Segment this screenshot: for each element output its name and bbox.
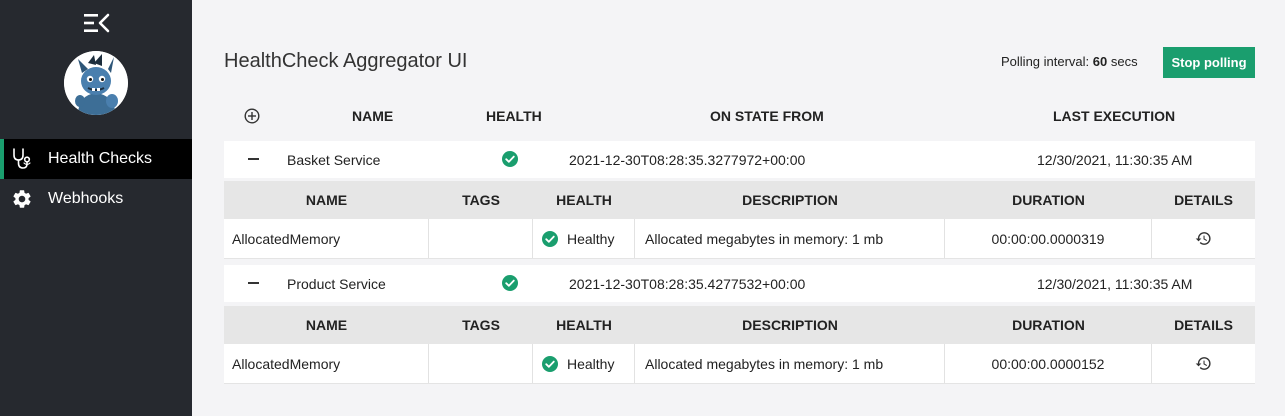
entry-tags [429, 219, 533, 258]
entry-health-label: Healthy [567, 355, 615, 372]
entry-health-label: Healthy [567, 230, 615, 247]
sidebar: Health Checks Webhooks [0, 0, 192, 416]
detail-header-name: NAME [305, 317, 348, 333]
service-name: Product Service [287, 275, 386, 292]
entry-tags [429, 344, 533, 383]
on-state-from: 2021-12-30T08:28:35.4277532+00:00 [569, 275, 806, 292]
detail-header-tags: TAGS [462, 317, 500, 333]
sidebar-item-label: Webhooks [48, 190, 124, 207]
detail-header-health: HEALTH [556, 192, 612, 208]
table-row: AllocatedMemory Healthy Allocated megaby… [224, 344, 1255, 384]
detail-header-health: HEALTH [556, 317, 612, 333]
sidebar-item-health-checks[interactable]: Health Checks [0, 139, 192, 179]
service-name: Basket Service [287, 151, 381, 168]
polling-value: 60 [1092, 54, 1108, 69]
detail-table-header: NAME TAGS HEALTH DESCRIPTION DURATION DE… [224, 181, 1255, 219]
detail-header-duration: DURATION [1012, 192, 1085, 208]
entry-duration: 00:00:00.0000152 [945, 344, 1152, 383]
stethoscope-icon [8, 145, 36, 173]
entry-health: Healthy [533, 344, 635, 383]
detail-header-details: DETAILS [1174, 192, 1233, 208]
on-state-from: 2021-12-30T08:28:35.3277972+00:00 [569, 151, 806, 168]
table-row[interactable]: Product Service 2021-12-30T08:28:35.4277… [224, 265, 1255, 302]
entry-description: Allocated megabytes in memory: 1 mb [635, 344, 945, 383]
last-execution: 12/30/2021, 11:30:35 AM [1037, 275, 1193, 292]
entry-name: AllocatedMemory [224, 344, 429, 383]
polling-label: Polling interval: [1001, 54, 1090, 69]
column-header-last-execution[interactable]: LAST EXECUTION [1053, 100, 1175, 132]
entry-details [1152, 344, 1255, 383]
history-icon[interactable] [1195, 230, 1212, 247]
collapse-icon[interactable] [244, 149, 262, 169]
healthy-check-icon [502, 151, 518, 167]
detail-header-details: DETAILS [1174, 317, 1233, 333]
gear-icon [8, 185, 36, 213]
detail-table-header: NAME TAGS HEALTH DESCRIPTION DURATION DE… [224, 306, 1255, 344]
entry-duration: 00:00:00.0000319 [945, 219, 1152, 258]
sidebar-item-label: Health Checks [48, 150, 153, 167]
entry-description: Allocated megabytes in memory: 1 mb [635, 219, 945, 258]
detail-header-name: NAME [305, 192, 348, 208]
history-icon[interactable] [1195, 355, 1212, 372]
menu-collapse-icon[interactable] [84, 12, 110, 34]
polling-unit: secs [1110, 54, 1138, 69]
healthy-check-icon [542, 230, 558, 247]
healthy-check-icon [542, 355, 558, 372]
table-row: AllocatedMemory Healthy Allocated megaby… [224, 219, 1255, 259]
table-header: NAME HEALTH ON STATE FROM LAST EXECUTION [224, 100, 1255, 132]
column-header-on-state-from[interactable]: ON STATE FROM [710, 100, 824, 132]
detail-header-duration: DURATION [1012, 317, 1085, 333]
collapse-icon[interactable] [244, 273, 262, 293]
stop-polling-button[interactable]: Stop polling [1163, 47, 1255, 78]
entry-details [1152, 219, 1255, 258]
page-title: HealthCheck Aggregator UI [224, 50, 468, 72]
sidebar-item-webhooks[interactable]: Webhooks [0, 179, 192, 219]
polling-interval: Polling interval: 60 secs [1001, 54, 1138, 69]
entry-health: Healthy [533, 219, 635, 258]
column-header-name[interactable]: NAME [352, 100, 393, 132]
avatar [64, 51, 128, 115]
entry-name: AllocatedMemory [224, 219, 429, 258]
expand-all-icon[interactable] [243, 107, 261, 125]
healthy-check-icon [502, 275, 518, 291]
column-header-health[interactable]: HEALTH [486, 100, 542, 132]
last-execution: 12/30/2021, 11:30:35 AM [1037, 151, 1193, 168]
detail-header-description: DESCRIPTION [742, 192, 838, 208]
detail-header-description: DESCRIPTION [742, 317, 838, 333]
detail-header-tags: TAGS [462, 192, 500, 208]
table-row[interactable]: Basket Service 2021-12-30T08:28:35.32779… [224, 141, 1255, 178]
